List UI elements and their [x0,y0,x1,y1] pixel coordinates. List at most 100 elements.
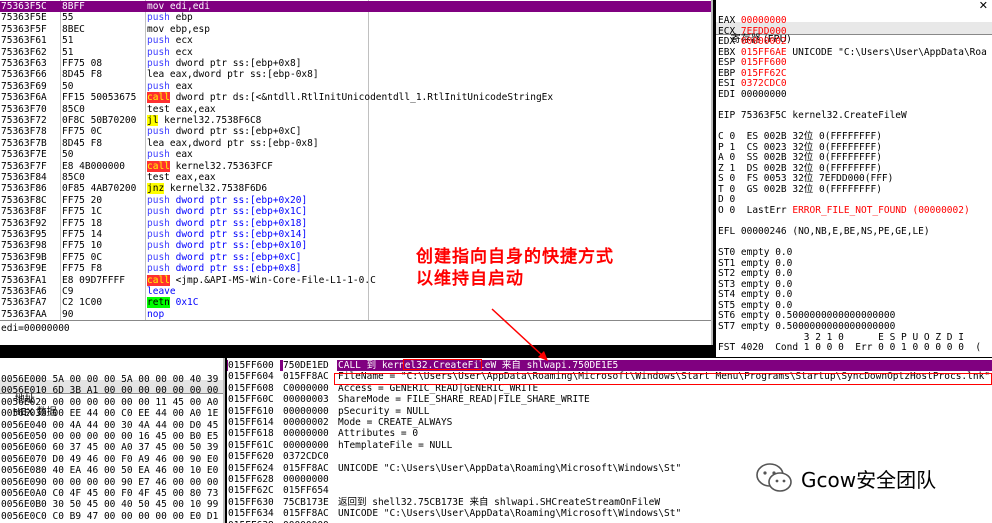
stack-row[interactable]: 015FF630 75CB173E 返回到 shell32.75CB173E 来自 … [227,497,992,508]
hex-dump-row[interactable]: 0056E0A0 C0 4F 45 00 F0 4F 45 00 80 73 [1,488,218,499]
instruction-bytes: 0F8C 50B70200 [62,115,137,126]
hex-dump-row[interactable]: 0056E080 40 EA 46 00 50 EA 46 00 10 E0 [1,465,218,476]
register-line[interactable]: EDI 00000000 [718,89,787,100]
disasm-row[interactable]: 75363FAA 90 nop [0,309,711,320]
disassembly-pane[interactable]: 75363F5C 8BFF mov edi,edi 75363F5E 55 push eb… [0,0,713,345]
register-line[interactable]: ESP 015FF600 [718,57,787,68]
register-line[interactable]: EAX 00000000 [718,15,787,26]
disasm-row[interactable]: 75363F63 FF75 08 push dword ptr ss:[ebp+0x… [0,58,711,69]
disasm-row[interactable]: 75363F70 85C0 test eax,eax [0,104,711,115]
register-line[interactable]: ST6 empty 0.5000000000000000000 [718,310,895,321]
hex-dump-row[interactable]: 0056E090 00 00 00 00 90 E7 46 00 00 00 [1,477,218,488]
instruction-text: push ecx [147,47,193,58]
disasm-row[interactable]: 75363F8F FF75 1C push dword ptr ss:[ebp+0x… [0,206,711,217]
register-line[interactable]: EFL 00000246 (NO,NB,E,BE,NS,PE,GE,LE) [718,226,930,237]
disasm-row[interactable]: 75363F62 51 push ecx [0,47,711,58]
hex-dump-row[interactable]: 0056E0C0 C0 B9 47 00 00 00 00 00 E0 D1 [1,511,218,522]
stack-row[interactable]: 015FF610 00000000 pSecurity = NULL [227,406,992,417]
disasm-row[interactable]: 75363FA7 C2 1C00 retn 0x1C [0,297,711,309]
stack-comment: Attributes = 0 [338,428,419,440]
instruction-text: push dword ptr ss:[ebp+0x18] [147,218,307,229]
hex-dump-row[interactable]: 0056E0B0 30 50 45 00 40 50 45 00 10 99 [1,499,218,510]
disasm-row[interactable]: 75363F5E 55 push ebp [0,12,711,24]
instruction-token: push [147,126,170,138]
register-label: A 0 SS 002B 32位 0(FFFFFFFF) [718,152,882,164]
register-line[interactable]: S 0 FS 0053 32位 7EFDD000(FFF) [718,173,893,184]
stack-row[interactable]: 015FF61C 00000000 hTemplateFile = NULL [227,440,992,451]
register-line[interactable]: T 0 GS 002B 32位 0(FFFFFFFF) [718,184,882,195]
disasm-row[interactable]: 75363F95 FF75 14 push dword ptr ss:[ebp+0x… [0,229,711,240]
disasm-row[interactable]: 75363F61 51 push ecx [0,35,711,47]
register-line[interactable]: EDX 00000002 [718,36,787,47]
stack-row[interactable]: 015FF618 00000000 Attributes = 0 [227,428,992,439]
disasm-row[interactable]: 75363F86 0F85 4AB70200 jnz kernel32.7538F6… [0,183,711,195]
hex-dump-pane[interactable]: 地址 HEX 数据 0056E000 5A 00 00 00 5A 00 00 … [0,358,225,523]
disasm-row[interactable]: 75363F5F 8BEC mov ebp,esp [0,24,711,35]
register-line[interactable]: ST7 empty 0.5000000000000000000 [718,321,895,332]
disasm-row[interactable]: 75363F7B 8D45 F8 lea eax,dword ptr ss:[ebp… [0,138,711,149]
instruction-bytes: FF75 10 [62,240,103,252]
disasm-row[interactable]: 75363F69 50 push eax [0,81,711,92]
hex-dump-row[interactable]: 0056E000 5A 00 00 00 5A 00 00 00 40 39 [1,374,218,385]
register-line[interactable]: ST5 empty 0.0 [718,300,792,311]
register-line[interactable]: FST 4020 Cond 1 0 0 0 Err 0 0 1 0 0 0 0 … [718,342,981,353]
hex-dump-row[interactable]: 0056E050 00 00 00 00 00 16 45 00 B0 E5 [1,431,218,442]
hex-dump-row[interactable]: 0056E070 D0 49 46 00 F0 A9 46 00 90 E0 [1,454,218,465]
instruction-token: push [147,149,170,161]
hex-dump-row[interactable]: 0056E060 60 37 45 00 A0 37 45 00 50 39 [1,442,218,453]
disasm-row[interactable]: 75363F6A FF15 50053675 call dword ptr ds:[… [0,92,711,104]
stack-row[interactable]: 015FF600 750DE1ED CALL 到 kernel32.CreateFi… [227,360,992,371]
instruction-text: jnz kernel32.7538F6D6 [147,183,267,195]
instruction-token: dword ptr ss:[ebp+0x8] [169,58,302,69]
register-line[interactable]: ST4 empty 0.0 [718,289,792,300]
register-line[interactable]: D 0 [718,194,735,205]
disasm-row[interactable]: 75363F5C 8BFF mov edi,edi [0,1,711,12]
register-line[interactable]: ESI 0372CDC0 [718,78,787,89]
register-line[interactable]: EBX 015FF6AE UNICODE "C:\Users\User\AppD… [718,47,987,58]
hex-dump-row[interactable]: 0056E010 6D 3B A1 00 00 00 00 00 00 00 [1,385,218,396]
register-line[interactable]: C 0 ES 002B 32位 0(FFFFFFFF) [718,131,882,142]
instruction-token: call [147,274,170,286]
instruction-token: dword ptr ss:[ebp+0x18] [169,217,308,229]
register-line[interactable]: EIP 75363F5C kernel32.CreateFileW [718,110,907,121]
stack-row[interactable]: 015FF634 015FF8AC UNICODE "C:\Users\User\A… [227,508,992,519]
hex-dump-row[interactable]: 0056E030 00 EE 44 00 C0 EE 44 00 A0 1E [1,408,218,419]
register-line[interactable]: EBP 015FF62C [718,68,787,79]
registers-pane[interactable]: 寄存器 (FPU) ✕ EAX 00000000 ECX 7EFDD000 EDX … [716,0,992,357]
stack-value: 015FF8AC [283,508,329,520]
disasm-row[interactable]: 75363F7F E8 4B000000 call kernel32.75363FC… [0,160,711,172]
register-line[interactable]: P 1 CS 0023 32位 0(FFFFFFFF) [718,142,882,153]
disasm-row[interactable]: 75363F84 85C0 test eax,eax [0,172,711,183]
register-line[interactable]: ST1 empty 0.0 [718,258,792,269]
register-line[interactable]: A 0 SS 002B 32位 0(FFFFFFFF) [718,152,882,163]
instruction-bytes: 51 [62,35,74,47]
register-line[interactable]: ST2 empty 0.0 [718,268,792,279]
instruction-bytes: FF75 0C [62,251,103,263]
stack-pane[interactable]: 015FF600 750DE1ED CALL 到 kernel32.CreateFi… [227,358,992,523]
disasm-row[interactable]: 75363F78 FF75 0C push dword ptr ss:[ebp+0x… [0,126,711,138]
instruction-token: push [147,35,170,47]
stack-row[interactable]: 015FF63800000000 [227,520,992,523]
instruction-text: push dword ptr ss:[ebp+0x10] [147,240,307,251]
register-line[interactable]: ST3 empty 0.0 [718,279,792,290]
instruction-token: leave [147,286,176,297]
disasm-row[interactable]: 75363F92 FF75 18 push dword ptr ss:[ebp+0x… [0,217,711,229]
hex-dump-row[interactable]: 0056E040 00 4A 44 00 30 4A 44 00 D0 45 [1,420,218,431]
instruction-address: 75363F92 [1,217,47,229]
disasm-row[interactable]: 75363F66 8D45 F8 lea eax,dword ptr ss:[ebp… [0,69,711,80]
disasm-row[interactable]: 75363F7E 50 push eax [0,149,711,161]
instruction-token: push [147,251,170,263]
stack-row[interactable]: 015FF614 00000002 Mode = CREATE_ALWAYS [227,417,992,428]
register-label: P 1 CS 0023 32位 0(FFFFFFFF) [718,141,882,153]
register-line[interactable]: ST0 empty 0.0 [718,247,792,258]
disasm-row[interactable]: 75363F8C FF75 20 push dword ptr ss:[ebp+0x… [0,195,711,206]
hex-dump-row[interactable]: 0056E020 00 00 00 00 00 00 11 45 00 A0 [1,397,218,408]
instruction-token: push [147,12,170,24]
register-line[interactable]: O 0 LastErr ERROR_FILE_NOT_FOUND (000000… [718,205,970,216]
instruction-token: mov edi,edi [147,1,210,12]
register-line[interactable]: ECX 7EFDD000 [718,26,787,37]
close-icon[interactable]: ✕ [979,0,988,12]
register-line[interactable]: 3 2 1 0 E S P U O Z D I [718,332,964,343]
disasm-row[interactable]: 75363F72 0F8C 50B70200 jl kernel32.7538F6C… [0,115,711,126]
stack-row[interactable]: 015FF60C 00000003 ShareMode = FILE_SHARE_R… [227,394,992,405]
